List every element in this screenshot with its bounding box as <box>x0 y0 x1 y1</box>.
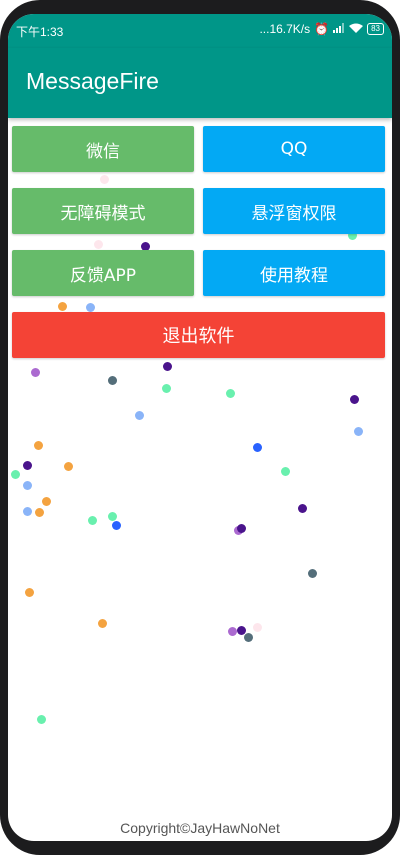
app-bar: MessageFire <box>8 48 392 118</box>
dot <box>94 240 103 249</box>
dot <box>163 362 172 371</box>
dot <box>42 497 51 506</box>
dot <box>31 368 40 377</box>
alarm-icon: ⏰ <box>314 22 330 36</box>
dot <box>108 376 117 385</box>
dot <box>25 588 34 597</box>
exit-button[interactable]: 退出软件 <box>12 312 385 358</box>
network-speed: ...16.7K/s <box>259 22 311 36</box>
feedback-button[interactable]: 反馈APP <box>12 250 194 296</box>
signal-icon <box>333 22 345 36</box>
dot <box>58 302 67 311</box>
app-title: MessageFire <box>26 68 159 94</box>
dot <box>23 507 32 516</box>
dot <box>23 481 32 490</box>
wifi-icon <box>349 22 364 36</box>
phone-frame: 下午1:33 ...16.7K/s ⏰ 83 MessageFire 微信 QQ… <box>0 0 400 855</box>
accessibility-mode-button[interactable]: 无障碍模式 <box>12 188 194 234</box>
dot <box>108 512 117 521</box>
status-bar: 下午1:33 ...16.7K/s ⏰ 83 <box>8 14 392 48</box>
dot <box>88 516 97 525</box>
dot <box>135 411 144 420</box>
dot <box>354 427 363 436</box>
overlay-permission-button[interactable]: 悬浮窗权限 <box>203 188 385 234</box>
dot <box>237 626 246 635</box>
dot <box>162 384 171 393</box>
dot <box>244 633 253 642</box>
dot <box>86 303 95 312</box>
dot <box>298 504 307 513</box>
dot <box>350 395 359 404</box>
dot <box>226 389 235 398</box>
screen: 下午1:33 ...16.7K/s ⏰ 83 MessageFire 微信 QQ… <box>8 14 392 841</box>
dot <box>100 175 109 184</box>
copyright-text: Copyright©JayHawNoNet <box>120 820 280 836</box>
dot <box>237 524 246 533</box>
tutorial-button[interactable]: 使用教程 <box>203 250 385 296</box>
dot <box>112 521 121 530</box>
dot <box>35 508 44 517</box>
qq-button[interactable]: QQ <box>203 126 385 172</box>
dot <box>37 715 46 724</box>
dot <box>253 443 262 452</box>
dot <box>228 627 237 636</box>
wechat-button[interactable]: 微信 <box>12 126 194 172</box>
battery-icon: 83 <box>367 23 384 35</box>
dot <box>98 619 107 628</box>
dot <box>281 467 290 476</box>
dot <box>23 461 32 470</box>
status-icons: ...16.7K/s ⏰ 83 <box>259 22 384 36</box>
dot <box>11 470 20 479</box>
status-time: 下午1:33 <box>16 25 64 39</box>
dot <box>234 526 243 535</box>
dot <box>308 569 317 578</box>
dot <box>253 623 262 632</box>
dot <box>34 441 43 450</box>
dot <box>64 462 73 471</box>
